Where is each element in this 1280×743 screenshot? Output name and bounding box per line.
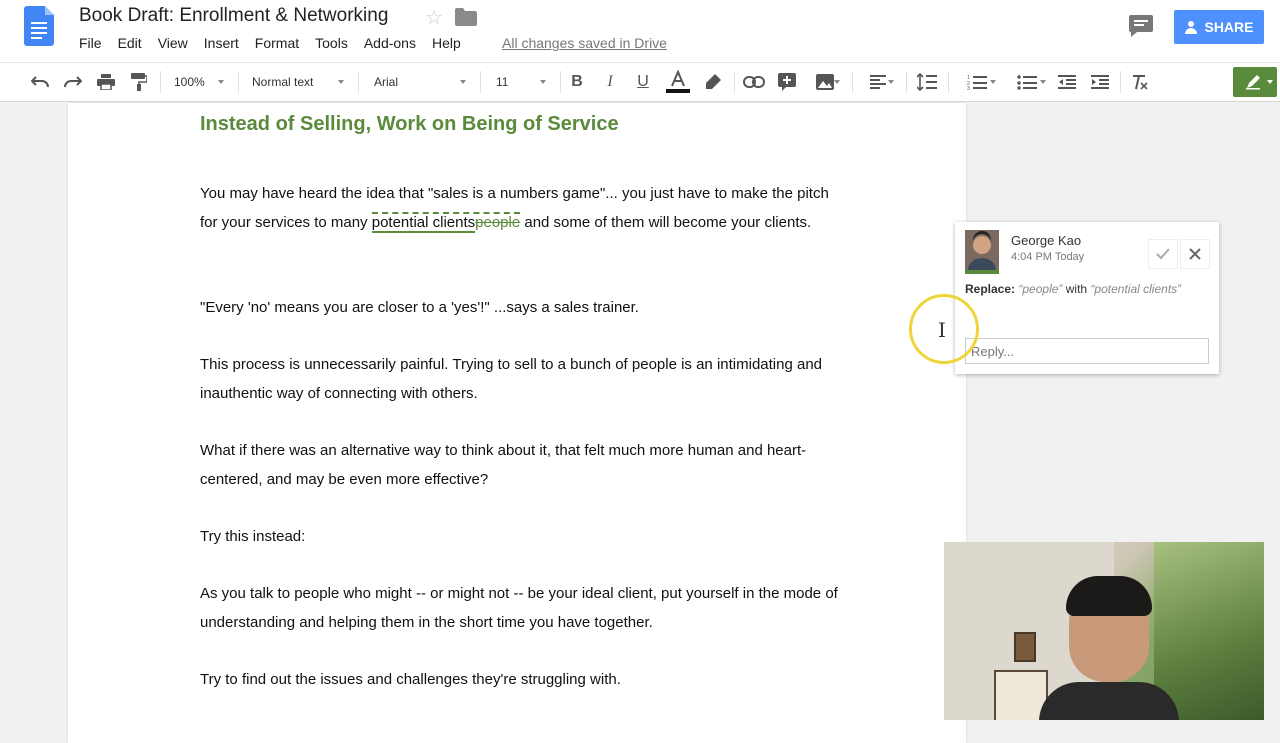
font-size-dropdown[interactable]: 11 — [490, 63, 552, 101]
style-value: Normal text — [252, 75, 314, 89]
paragraph-7[interactable]: Try to find out the issues and challenge… — [200, 665, 850, 694]
docs-logo-icon[interactable] — [24, 6, 54, 46]
suggestion-action: Replace: — [965, 282, 1016, 296]
picture-frame — [1014, 632, 1036, 662]
style-dropdown[interactable]: Normal text — [246, 63, 350, 101]
suggestion-description: Replace: “people” with “potential client… — [965, 281, 1205, 297]
paragraph-4[interactable]: What if there was an alternative way to … — [200, 436, 850, 494]
share-button-label: SHARE — [1204, 19, 1254, 35]
formatting-toolbar: 100% Normal text Arial 11 B I U 123 — [0, 62, 1280, 102]
suggesting-mode-button[interactable] — [1233, 67, 1277, 97]
menu-tools[interactable]: Tools — [315, 35, 348, 51]
suggestion-comment-card[interactable]: George Kao 4:04 PM Today Replace: “peopl… — [955, 222, 1219, 374]
comment-author: George Kao — [1011, 233, 1082, 248]
accept-suggestion-button[interactable] — [1148, 239, 1178, 269]
align-icon[interactable] — [860, 63, 896, 101]
decrease-indent-icon[interactable] — [1056, 63, 1078, 101]
reply-input[interactable] — [965, 338, 1209, 364]
highlight-icon[interactable] — [702, 63, 724, 101]
insert-image-icon[interactable] — [808, 63, 842, 101]
folder-icon[interactable] — [455, 8, 477, 26]
menu-addons[interactable]: Add-ons — [364, 35, 416, 51]
bold-icon[interactable]: B — [566, 63, 588, 101]
app-header: Book Draft: Enrollment & Networking ☆ Fi… — [0, 0, 1280, 62]
add-comment-icon[interactable] — [776, 63, 798, 101]
comment-timestamp: 4:04 PM Today — [1011, 251, 1085, 263]
menu-insert[interactable]: Insert — [204, 35, 239, 51]
paragraph-6[interactable]: As you talk to people who might -- or mi… — [200, 579, 850, 637]
italic-icon[interactable]: I — [599, 63, 621, 101]
menu-file[interactable]: File — [79, 35, 102, 51]
menu-format[interactable]: Format — [255, 35, 299, 51]
menu-bar: File Edit View Insert Format Tools Add-o… — [79, 35, 477, 51]
reject-suggestion-button[interactable] — [1180, 239, 1210, 269]
menu-edit[interactable]: Edit — [118, 35, 142, 51]
document-title[interactable]: Book Draft: Enrollment & Networking — [79, 5, 388, 27]
numbered-list-icon[interactable]: 123 — [956, 63, 998, 101]
suggestion-with: with — [1065, 282, 1088, 296]
paragraph-3[interactable]: This process is unnecessarily painful. T… — [200, 350, 850, 408]
suggestion-highlight[interactable]: potential clientspeople — [371, 212, 521, 233]
text-cursor-icon: I — [938, 318, 946, 342]
line-spacing-icon[interactable] — [914, 63, 940, 101]
person-icon — [1185, 21, 1198, 34]
font-value: Arial — [374, 75, 399, 89]
paragraph-1-text-end: and some of them will become your client… — [520, 214, 812, 231]
suggestion-new-text: “potential clients” — [1090, 282, 1182, 296]
text-color-icon[interactable] — [665, 63, 691, 101]
save-status-link[interactable]: All changes saved in Drive — [502, 35, 667, 51]
font-dropdown[interactable]: Arial — [368, 63, 472, 101]
suggested-deletion: people — [475, 214, 521, 231]
pencil-icon — [1246, 75, 1260, 90]
comments-icon[interactable] — [1129, 15, 1153, 37]
print-icon[interactable] — [94, 63, 118, 101]
menu-view[interactable]: View — [158, 35, 188, 51]
avatar — [965, 230, 999, 274]
star-icon[interactable]: ☆ — [425, 5, 443, 30]
redo-icon[interactable] — [61, 63, 85, 101]
paint-format-icon[interactable] — [127, 63, 151, 101]
svg-text:3: 3 — [967, 86, 970, 90]
section-heading[interactable]: Instead of Selling, Work on Being of Ser… — [200, 113, 619, 136]
zoom-value: 100% — [174, 75, 205, 89]
suggested-insertion: potential clients — [371, 214, 476, 233]
increase-indent-icon[interactable] — [1089, 63, 1111, 101]
paragraph-5[interactable]: Try this instead: — [200, 522, 850, 551]
paragraph-2[interactable]: "Every 'no' means you are closer to a 'y… — [200, 293, 850, 322]
link-icon[interactable] — [742, 63, 766, 101]
suggestion-old-text: “people” — [1018, 282, 1063, 296]
bulleted-list-icon[interactable] — [1006, 63, 1048, 101]
share-button[interactable]: SHARE — [1174, 10, 1264, 44]
clear-formatting-icon[interactable] — [1128, 63, 1152, 101]
zoom-dropdown[interactable]: 100% — [168, 63, 230, 101]
forest-poster — [1154, 542, 1264, 720]
paragraph-1[interactable]: You may have heard the idea that "sales … — [200, 179, 850, 237]
webcam-video-overlay — [944, 542, 1264, 720]
underline-icon[interactable]: U — [632, 63, 654, 101]
undo-icon[interactable] — [28, 63, 52, 101]
menu-help[interactable]: Help — [432, 35, 461, 51]
font-size-value: 11 — [496, 75, 509, 89]
check-icon — [1156, 248, 1170, 260]
close-icon — [1189, 248, 1201, 260]
